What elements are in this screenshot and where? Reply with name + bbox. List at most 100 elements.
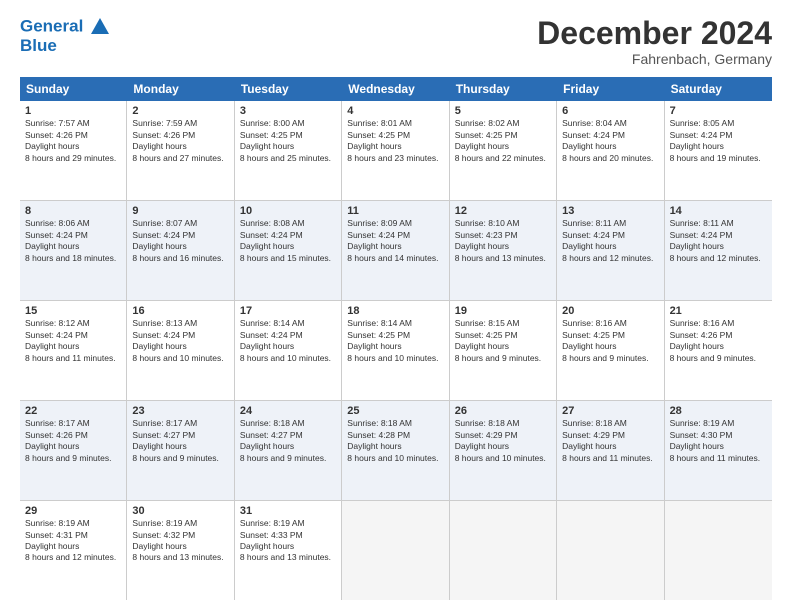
daylight-info: Daylight hours <box>455 341 551 352</box>
sunrise-info: Sunrise: 8:15 AM <box>455 318 551 329</box>
table-row: 25 Sunrise: 8:18 AM Sunset: 4:28 PM Dayl… <box>342 401 449 500</box>
table-row: 28 Sunrise: 8:19 AM Sunset: 4:30 PM Dayl… <box>665 401 772 500</box>
sunset-info: Sunset: 4:24 PM <box>240 230 336 241</box>
daylight-duration: 8 hours and 12 minutes. <box>25 552 121 563</box>
header-monday: Monday <box>127 77 234 101</box>
sunset-info: Sunset: 4:26 PM <box>670 330 767 341</box>
daylight-duration: 8 hours and 12 minutes. <box>562 253 658 264</box>
sunset-info: Sunset: 4:28 PM <box>347 430 443 441</box>
daylight-duration: 8 hours and 10 minutes. <box>455 453 551 464</box>
table-row: 26 Sunrise: 8:18 AM Sunset: 4:29 PM Dayl… <box>450 401 557 500</box>
day-number: 14 <box>670 205 767 217</box>
daylight-info: Daylight hours <box>455 441 551 452</box>
daylight-duration: 8 hours and 10 minutes. <box>240 353 336 364</box>
sunset-info: Sunset: 4:32 PM <box>132 530 228 541</box>
sunrise-info: Sunrise: 8:19 AM <box>132 518 228 529</box>
table-row: 23 Sunrise: 8:17 AM Sunset: 4:27 PM Dayl… <box>127 401 234 500</box>
table-row: 10 Sunrise: 8:08 AM Sunset: 4:24 PM Dayl… <box>235 201 342 300</box>
sunset-info: Sunset: 4:24 PM <box>562 230 658 241</box>
daylight-info: Daylight hours <box>240 541 336 552</box>
sunset-info: Sunset: 4:25 PM <box>347 130 443 141</box>
daylight-duration: 8 hours and 11 minutes. <box>25 353 121 364</box>
table-row: 8 Sunrise: 8:06 AM Sunset: 4:24 PM Dayli… <box>20 201 127 300</box>
sunrise-info: Sunrise: 7:59 AM <box>132 118 228 129</box>
daylight-info: Daylight hours <box>347 341 443 352</box>
sunrise-info: Sunrise: 8:08 AM <box>240 218 336 229</box>
day-number: 4 <box>347 105 443 117</box>
sunrise-info: Sunrise: 8:07 AM <box>132 218 228 229</box>
daylight-info: Daylight hours <box>132 141 228 152</box>
day-number: 29 <box>25 505 121 517</box>
week-row-5: 29 Sunrise: 8:19 AM Sunset: 4:31 PM Dayl… <box>20 501 772 600</box>
month-title: December 2024 <box>537 16 772 51</box>
daylight-duration: 8 hours and 11 minutes. <box>670 453 767 464</box>
daylight-duration: 8 hours and 9 minutes. <box>240 453 336 464</box>
daylight-info: Daylight hours <box>562 341 658 352</box>
table-row: 20 Sunrise: 8:16 AM Sunset: 4:25 PM Dayl… <box>557 301 664 400</box>
day-number: 10 <box>240 205 336 217</box>
daylight-duration: 8 hours and 9 minutes. <box>132 453 228 464</box>
sunset-info: Sunset: 4:29 PM <box>455 430 551 441</box>
header-friday: Friday <box>557 77 664 101</box>
day-number: 7 <box>670 105 767 117</box>
sunrise-info: Sunrise: 8:14 AM <box>347 318 443 329</box>
daylight-duration: 8 hours and 15 minutes. <box>240 253 336 264</box>
sunset-info: Sunset: 4:24 PM <box>132 330 228 341</box>
daylight-duration: 8 hours and 9 minutes. <box>25 453 121 464</box>
day-number: 11 <box>347 205 443 217</box>
logo-icon <box>89 16 111 38</box>
daylight-duration: 8 hours and 13 minutes. <box>240 552 336 563</box>
daylight-duration: 8 hours and 27 minutes. <box>132 153 228 164</box>
daylight-duration: 8 hours and 29 minutes. <box>25 153 121 164</box>
sunrise-info: Sunrise: 8:19 AM <box>670 418 767 429</box>
sunset-info: Sunset: 4:27 PM <box>132 430 228 441</box>
daylight-info: Daylight hours <box>455 241 551 252</box>
sunset-info: Sunset: 4:33 PM <box>240 530 336 541</box>
sunrise-info: Sunrise: 8:14 AM <box>240 318 336 329</box>
day-number: 22 <box>25 405 121 417</box>
table-row: 18 Sunrise: 8:14 AM Sunset: 4:25 PM Dayl… <box>342 301 449 400</box>
day-number: 15 <box>25 305 121 317</box>
day-number: 16 <box>132 305 228 317</box>
day-number: 13 <box>562 205 658 217</box>
calendar: Sunday Monday Tuesday Wednesday Thursday… <box>20 77 772 600</box>
table-row: 19 Sunrise: 8:15 AM Sunset: 4:25 PM Dayl… <box>450 301 557 400</box>
day-number: 5 <box>455 105 551 117</box>
calendar-header: Sunday Monday Tuesday Wednesday Thursday… <box>20 77 772 101</box>
table-row: 7 Sunrise: 8:05 AM Sunset: 4:24 PM Dayli… <box>665 101 772 200</box>
sunset-info: Sunset: 4:25 PM <box>347 330 443 341</box>
daylight-duration: 8 hours and 10 minutes. <box>132 353 228 364</box>
day-number: 8 <box>25 205 121 217</box>
daylight-info: Daylight hours <box>25 441 121 452</box>
logo: General Blue <box>20 16 111 56</box>
sunset-info: Sunset: 4:24 PM <box>132 230 228 241</box>
daylight-info: Daylight hours <box>562 441 658 452</box>
day-number: 30 <box>132 505 228 517</box>
sunrise-info: Sunrise: 8:11 AM <box>670 218 767 229</box>
daylight-info: Daylight hours <box>132 541 228 552</box>
sunrise-info: Sunrise: 8:17 AM <box>132 418 228 429</box>
day-number: 3 <box>240 105 336 117</box>
sunrise-info: Sunrise: 8:11 AM <box>562 218 658 229</box>
sunset-info: Sunset: 4:26 PM <box>132 130 228 141</box>
table-row: 1 Sunrise: 7:57 AM Sunset: 4:26 PM Dayli… <box>20 101 127 200</box>
day-number: 26 <box>455 405 551 417</box>
daylight-duration: 8 hours and 10 minutes. <box>347 453 443 464</box>
sunset-info: Sunset: 4:24 PM <box>25 230 121 241</box>
daylight-duration: 8 hours and 10 minutes. <box>347 353 443 364</box>
daylight-duration: 8 hours and 23 minutes. <box>347 153 443 164</box>
daylight-duration: 8 hours and 13 minutes. <box>132 552 228 563</box>
day-number: 18 <box>347 305 443 317</box>
sunrise-info: Sunrise: 8:12 AM <box>25 318 121 329</box>
daylight-info: Daylight hours <box>670 341 767 352</box>
week-row-1: 1 Sunrise: 7:57 AM Sunset: 4:26 PM Dayli… <box>20 101 772 201</box>
table-row <box>665 501 772 600</box>
daylight-duration: 8 hours and 25 minutes. <box>240 153 336 164</box>
daylight-info: Daylight hours <box>347 141 443 152</box>
sunrise-info: Sunrise: 8:09 AM <box>347 218 443 229</box>
daylight-duration: 8 hours and 9 minutes. <box>562 353 658 364</box>
daylight-duration: 8 hours and 19 minutes. <box>670 153 767 164</box>
table-row: 16 Sunrise: 8:13 AM Sunset: 4:24 PM Dayl… <box>127 301 234 400</box>
sunrise-info: Sunrise: 7:57 AM <box>25 118 121 129</box>
day-number: 27 <box>562 405 658 417</box>
